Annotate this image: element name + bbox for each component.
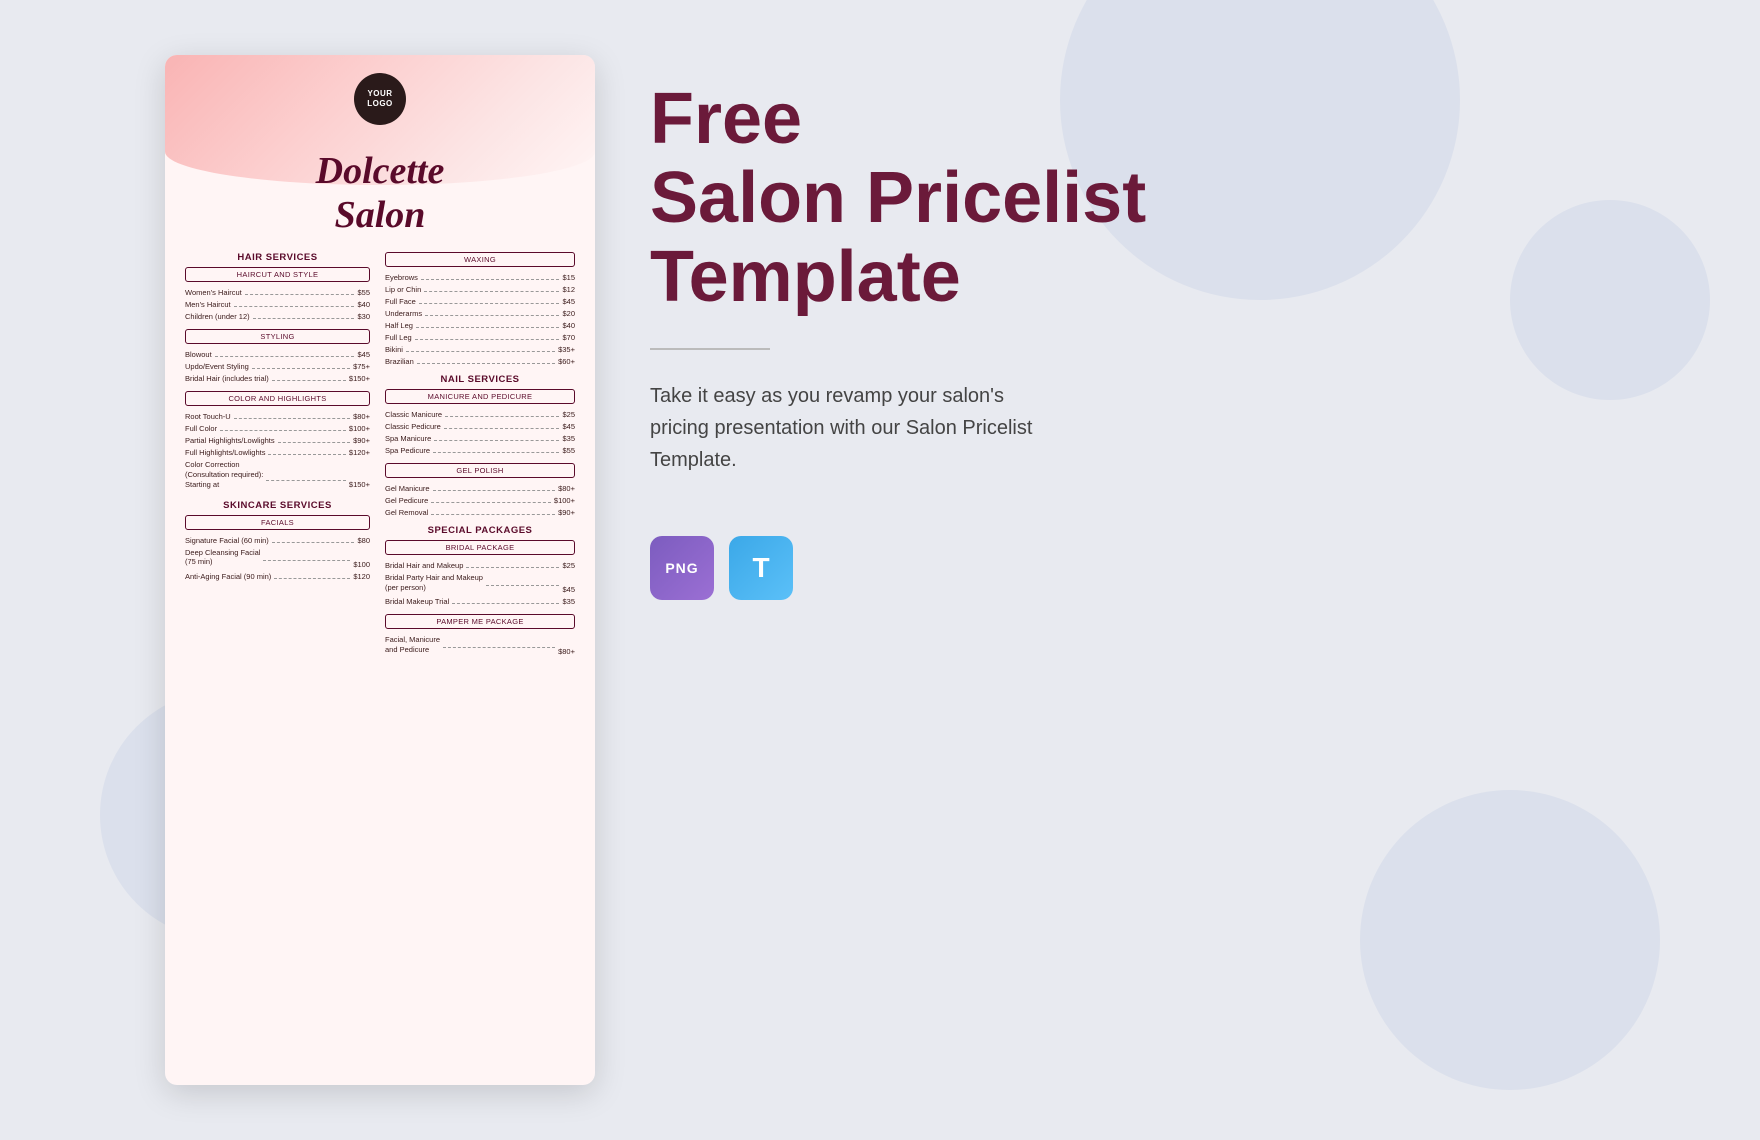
manicure-pedicure-label: MANICURE AND PEDICURE — [385, 389, 575, 404]
gel-pedicure-row: Gel Pedicure $100+ — [385, 496, 575, 505]
eyebrows-row: Eyebrows $15 — [385, 273, 575, 282]
waxing-label: WAXING — [385, 252, 575, 267]
full-face-row: Full Face $45 — [385, 297, 575, 306]
salon-title: DolcetteSalon — [185, 150, 575, 237]
womens-haircut-row: Women's Haircut $55 — [185, 288, 370, 297]
template-badge: T — [729, 536, 793, 600]
gel-polish-label: GEL POLISH — [385, 463, 575, 478]
full-highlights-row: Full Highlights/Lowlights $120+ — [185, 448, 370, 457]
gel-manicure-row: Gel Manicure $80+ — [385, 484, 575, 493]
bridal-party-row: Bridal Party Hair and Makeup(per person)… — [385, 573, 575, 594]
bridal-package-label: BRIDAL PACKAGE — [385, 540, 575, 555]
styling-section: STYLING Blowout $45 Updo/Event Styling $… — [185, 329, 370, 383]
gel-removal-row: Gel Removal $90+ — [385, 508, 575, 517]
logo-circle: YOUR LOGO — [354, 73, 406, 125]
children-haircut-row: Children (under 12) $30 — [185, 312, 370, 321]
color-highlights-label: COLOR AND HIGHLIGHTS — [185, 391, 370, 406]
facial-mani-pedi-row: Facial, Manicureand Pedicure $80+ — [385, 635, 575, 656]
updo-row: Updo/Event Styling $75+ — [185, 362, 370, 371]
skincare-title: SKINCARE SERVICES — [185, 500, 370, 511]
nail-services-title: NAIL SERVICES — [385, 374, 575, 385]
file-badges: PNG T — [650, 536, 1600, 600]
template-label: T — [752, 552, 769, 584]
marketing-divider — [650, 348, 770, 350]
bridal-hair-makeup-row: Bridal Hair and Makeup $25 — [385, 561, 575, 570]
haircut-style-label: HAIRCUT AND STYLE — [185, 267, 370, 282]
left-column: HAIR SERVICES HAIRCUT AND STYLE Women's … — [185, 252, 370, 664]
right-column: WAXING Eyebrows $15 Lip or Chin $12 Full… — [385, 252, 575, 664]
bridal-hair-row: Bridal Hair (includes trial) $150+ — [185, 374, 370, 383]
marketing-title: FreeSalon PricelistTemplate — [650, 80, 1600, 318]
anti-aging-row: Anti-Aging Facial (90 min) $120 — [185, 572, 370, 581]
half-leg-row: Half Leg $40 — [385, 321, 575, 330]
pamper-package-section: PAMPER ME PACKAGE Facial, Manicureand Pe… — [385, 614, 575, 656]
salon-document: YOUR LOGO DolcetteSalon HAIR SERVICES HA… — [165, 55, 595, 1085]
lip-chin-row: Lip or Chin $12 — [385, 285, 575, 294]
gel-polish-section: GEL POLISH Gel Manicure $80+ Gel Pedicur… — [385, 463, 575, 517]
bg-decoration-2 — [1360, 790, 1660, 1090]
spa-manicure-row: Spa Manicure $35 — [385, 434, 575, 443]
classic-pedicure-row: Classic Pedicure $45 — [385, 422, 575, 431]
special-packages-title: SPECIAL PACKAGES — [385, 525, 575, 536]
full-color-row: Full Color $100+ — [185, 424, 370, 433]
facials-label: FACIALS — [185, 515, 370, 530]
brazilian-row: Brazilian $60+ — [385, 357, 575, 366]
salon-name: DolcetteSalon — [185, 150, 575, 237]
bridal-makeup-trial-row: Bridal Makeup Trial $35 — [385, 597, 575, 606]
blowout-row: Blowout $45 — [185, 350, 370, 359]
marketing-panel: FreeSalon PricelistTemplate Take it easy… — [650, 80, 1600, 600]
special-packages-section: SPECIAL PACKAGES BRIDAL PACKAGE Bridal H… — [385, 525, 575, 606]
marketing-description: Take it easy as you revamp your salon's … — [650, 380, 1150, 476]
color-correction-row: Color Correction(Consultation required):… — [185, 460, 370, 489]
skincare-section: SKINCARE SERVICES FACIALS Signature Faci… — [185, 500, 370, 581]
bikini-row: Bikini $35+ — [385, 345, 575, 354]
spa-pedicure-row: Spa Pedicure $55 — [385, 446, 575, 455]
logo-text: YOUR LOGO — [367, 89, 393, 108]
png-label: PNG — [665, 560, 698, 576]
nail-services-section: NAIL SERVICES MANICURE AND PEDICURE Clas… — [385, 374, 575, 455]
color-highlights-section: COLOR AND HIGHLIGHTS Root Touch-U $80+ F… — [185, 391, 370, 489]
full-leg-row: Full Leg $70 — [385, 333, 575, 342]
pamper-package-label: PAMPER ME PACKAGE — [385, 614, 575, 629]
styling-label: STYLING — [185, 329, 370, 344]
hair-services-title: HAIR SERVICES — [185, 252, 370, 263]
root-touch-row: Root Touch-U $80+ — [185, 412, 370, 421]
hair-services-section: HAIR SERVICES HAIRCUT AND STYLE Women's … — [185, 252, 370, 321]
classic-manicure-row: Classic Manicure $25 — [385, 410, 575, 419]
partial-highlights-row: Partial Highlights/Lowlights $90+ — [185, 436, 370, 445]
deep-cleansing-row: Deep Cleansing Facial(75 min) $100 — [185, 548, 370, 569]
waxing-section: WAXING Eyebrows $15 Lip or Chin $12 Full… — [385, 252, 575, 366]
signature-facial-row: Signature Facial (60 min) $80 — [185, 536, 370, 545]
underarms-row: Underarms $20 — [385, 309, 575, 318]
mens-haircut-row: Men's Haircut $40 — [185, 300, 370, 309]
png-badge: PNG — [650, 536, 714, 600]
